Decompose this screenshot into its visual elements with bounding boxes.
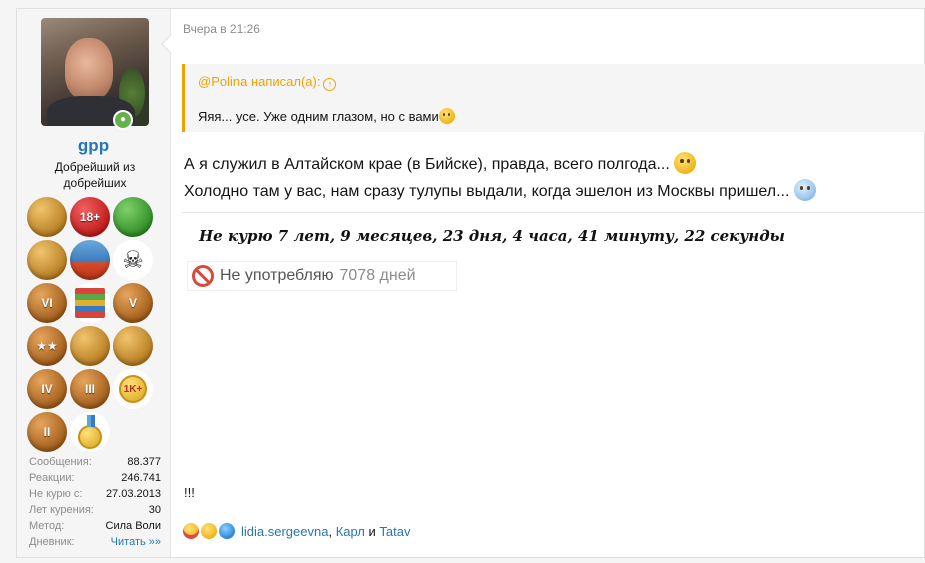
mountain-level-6-icon[interactable]: VI (27, 283, 67, 323)
open-book-icon[interactable] (70, 326, 110, 366)
smile-emoji-icon (674, 152, 697, 174)
avatar-face (65, 38, 113, 100)
stat-key: Не курю с: (29, 488, 83, 500)
username[interactable]: gpp (17, 136, 170, 156)
quote-block: @Polina написал(а): ↑ Яяя... усе. Уже одн… (182, 64, 925, 132)
stat-key: Реакции: (29, 472, 75, 484)
skull-badge-icon[interactable]: ☠ (113, 240, 153, 280)
stat-smoking-years: Лет курения: 30 (29, 502, 161, 518)
reaction-and: и (364, 523, 380, 539)
reaction-users[interactable]: lidia.sergeevna, Карл и Tatav (241, 524, 410, 539)
reactions-bar[interactable]: lidia.sergeevna, Карл и Tatav (183, 523, 410, 539)
user-stats: Сообщения: 88.377 Реакции: 246.741 Не ку… (29, 454, 161, 550)
signature-divider (182, 212, 925, 213)
quote-header[interactable]: @Polina написал(а): ↑ (198, 74, 337, 91)
stat-reactions: Реакции: 246.741 (29, 470, 161, 486)
stat-quit-date: Не курю с: 27.03.2013 (29, 486, 161, 502)
like-reaction-icon (219, 523, 235, 539)
love-reaction-icon (183, 523, 199, 539)
reaction-user-3[interactable]: Tatav (379, 524, 410, 539)
gold-star-trophy-icon[interactable] (27, 240, 67, 280)
mountain-fuji-icon[interactable] (70, 240, 110, 280)
signature-days-banner: Не употребляю 7078 дней (187, 261, 457, 291)
message-line-2: Холодно там у вас, нам сразу тулупы выда… (184, 178, 816, 205)
no-smoking-18-icon[interactable]: 18+ (70, 197, 110, 237)
message-body: А я служил в Алтайском крае (в Бийске), … (184, 151, 816, 205)
stat-key: Метод: (29, 520, 65, 532)
user-sidebar: ● gpp Добрейший из добрейших 18+ ☠ VI V … (17, 9, 181, 557)
message-post: ● gpp Добрейший из добрейших 18+ ☠ VI V … (16, 8, 925, 558)
stat-value: 88.377 (127, 456, 161, 468)
gold-star-trophy-icon[interactable] (27, 197, 67, 237)
quote-text: Яяя... усе. Уже одним глазом, но с вами (198, 108, 455, 124)
quote-author[interactable]: @Polina написал(а): (198, 74, 320, 89)
mountain-stars-icon[interactable]: ★★ (27, 326, 67, 366)
medal-flag-icon[interactable] (70, 412, 110, 452)
stat-value: 30 (148, 504, 161, 516)
signature-extra: !!! (184, 485, 195, 500)
ambulance-icon[interactable] (113, 197, 153, 237)
stat-key: Дневник: (29, 536, 75, 548)
reaction-user-2[interactable]: Карл (336, 524, 365, 539)
medal-1k-label: 1K+ (119, 375, 147, 403)
reaction-separator: , (328, 523, 336, 539)
signature-quit-counter: Не курю 7 лет, 9 месяцев, 23 дня, 4 часа… (199, 227, 785, 245)
avatar[interactable] (41, 18, 149, 126)
books-icon[interactable] (70, 283, 110, 323)
mountain-level-2-icon[interactable]: II (27, 412, 67, 452)
post-date[interactable]: Вчера в 21:26 (183, 22, 260, 36)
stat-key: Сообщения: (29, 456, 92, 468)
laughing-emoji-icon (438, 108, 455, 124)
message-content: Вчера в 21:26 @Polina написал(а): ↑ Яяя..… (171, 9, 925, 557)
stat-value: 27.03.2013 (105, 488, 161, 500)
stat-messages: Сообщения: 88.377 (29, 454, 161, 470)
diary-link[interactable]: Читать »» (111, 534, 161, 550)
wow-reaction-icon (201, 523, 217, 539)
trophy-list: 18+ ☠ VI V ★★ IV III 1K+ II (27, 197, 161, 452)
arrow-up-circle-icon[interactable]: ↑ (323, 78, 337, 91)
user-title: Добрейший из добрейших (54, 160, 136, 190)
online-status-icon: ● (113, 110, 133, 130)
mountain-level-5-icon[interactable]: V (113, 283, 153, 323)
no-smoking-icon (192, 265, 214, 287)
people-circle-icon[interactable] (113, 326, 153, 366)
reaction-user-1[interactable]: lidia.sergeevna (241, 524, 328, 539)
stat-diary: Дневник: Читать »» (29, 534, 161, 550)
signature-label: Не употребляю (220, 267, 334, 284)
stat-value: Сила Воли (105, 520, 161, 532)
message-line-2-text: Холодно там у вас, нам сразу тулупы выда… (184, 183, 790, 200)
frozen-emoji-icon (793, 179, 816, 201)
medal-1k-icon[interactable]: 1K+ (113, 369, 153, 409)
mountain-level-4-icon[interactable]: IV (27, 369, 67, 409)
mountain-level-3-icon[interactable]: III (70, 369, 110, 409)
quote-text-content: Яяя... усе. Уже одним глазом, но с вами (198, 109, 439, 124)
stat-key: Лет курения: (29, 504, 94, 516)
message-line-1: А я служил в Алтайском крае (в Бийске), … (184, 151, 816, 178)
stat-value: 246.741 (121, 472, 161, 484)
signature-days: 7078 дней (339, 267, 416, 284)
message-line-1-text: А я служил в Алтайском крае (в Бийске), … (184, 156, 670, 173)
stat-method: Метод: Сила Воли (29, 518, 161, 534)
